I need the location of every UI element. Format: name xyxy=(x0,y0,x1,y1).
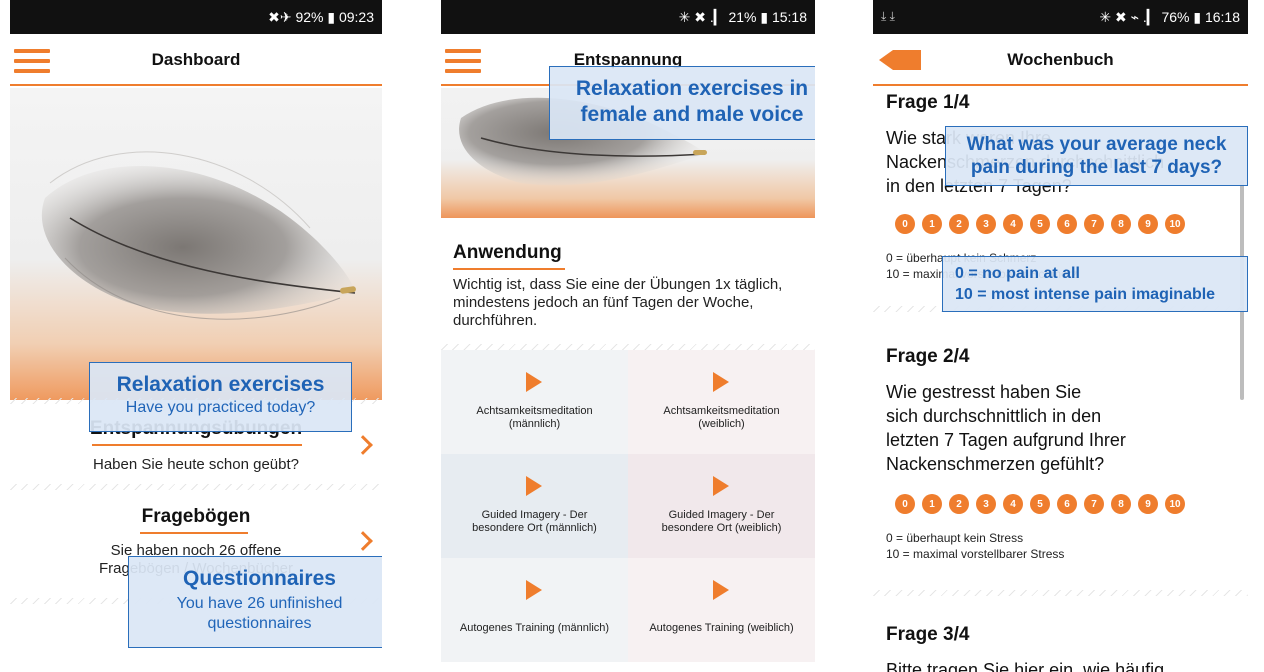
rating-option[interactable]: 0 xyxy=(895,214,915,234)
rating-option[interactable]: 8 xyxy=(1111,494,1131,514)
exercise-tile[interactable]: Autogenes Training (weiblich) xyxy=(628,558,815,662)
rating-option[interactable]: 1 xyxy=(922,214,942,234)
status-left: ⤓ ⤓ xyxy=(881,9,895,23)
rating-option[interactable]: 7 xyxy=(1084,214,1104,234)
exercise-tile[interactable]: Guided Imagery - Der besondere Ort (weibl… xyxy=(628,454,815,558)
rating-option[interactable]: 8 xyxy=(1111,214,1131,234)
feather-icon xyxy=(41,151,356,320)
play-icon xyxy=(713,476,729,496)
exercise-tile[interactable]: Autogenes Training (männlich) xyxy=(441,558,628,662)
rating-scale: 0 1 2 3 4 5 6 7 8 9 10 xyxy=(895,494,1185,514)
title-underline xyxy=(140,532,248,534)
annotation-neck-pain-question: What was your average neck pain during t… xyxy=(945,126,1248,186)
relax-card-subtitle: Haben Sie heute schon geübt? xyxy=(93,456,299,473)
question-label: Frage 2/4 xyxy=(886,346,970,367)
question-text: Bitte tragen Sie hier ein, wie häufig xyxy=(886,660,1165,672)
exercise-tile[interactable]: Achtsamkeitsmeditation (weiblich) xyxy=(628,350,815,454)
rating-option[interactable]: 4 xyxy=(1003,494,1023,514)
rating-option[interactable]: 0 xyxy=(895,494,915,514)
rating-option[interactable]: 3 xyxy=(976,214,996,234)
status-bar: ⤓ ⤓ ✳ ✖ ⌁ .▎ 76% ▮ 16:18 xyxy=(873,0,1248,34)
status-text: ✳ ✖ ⌁ .▎ 76% ▮ 16:18 xyxy=(1099,8,1240,25)
relaxation-screen: ✳ ✖ .▎ 21% ▮ 15:18 Entspannung Anwendung… xyxy=(441,0,815,672)
rating-option[interactable]: 2 xyxy=(949,214,969,234)
play-icon xyxy=(713,372,729,392)
play-icon xyxy=(713,580,729,600)
rating-scale: 0 1 2 3 4 5 6 7 8 9 10 xyxy=(895,214,1185,234)
rating-option[interactable]: 10 xyxy=(1165,494,1185,514)
app-bar: Wochenbuch xyxy=(873,34,1248,86)
annotation-pain-scale: 0 = no pain at all 10 = most intense pai… xyxy=(942,256,1248,312)
rating-option[interactable]: 9 xyxy=(1138,494,1158,514)
rating-option[interactable]: 10 xyxy=(1165,214,1185,234)
section-title: Anwendung xyxy=(453,242,562,263)
section-text: Wichtig ist, dass Sie eine der Übungen 1… xyxy=(453,276,783,329)
status-text: ✳ ✖ .▎ 21% ▮ 15:18 xyxy=(678,8,807,25)
status-bar: ✳ ✖ .▎ 21% ▮ 15:18 xyxy=(441,0,815,34)
question-label: Frage 1/4 xyxy=(886,92,970,113)
annotation-questionnaires: Questionnaires You have 26 unfinished qu… xyxy=(128,556,382,648)
status-text: ✖✈ 92% ▮ 09:23 xyxy=(268,8,374,25)
play-icon xyxy=(526,476,542,496)
title-underline xyxy=(453,268,565,270)
title-underline xyxy=(92,444,302,446)
annotation-relax: Relaxation exercises Have you practiced … xyxy=(89,362,352,432)
status-bar: ✖✈ 92% ▮ 09:23 xyxy=(10,0,382,34)
rating-option[interactable]: 5 xyxy=(1030,494,1050,514)
page-title: Wochenbuch xyxy=(1007,50,1114,69)
rating-option[interactable]: 6 xyxy=(1057,494,1077,514)
feather-image xyxy=(10,88,382,400)
rating-option[interactable]: 9 xyxy=(1138,214,1158,234)
rating-option[interactable]: 1 xyxy=(922,494,942,514)
rating-option[interactable]: 2 xyxy=(949,494,969,514)
divider xyxy=(873,590,1248,596)
rating-option[interactable]: 6 xyxy=(1057,214,1077,234)
dashboard-screen: ✖✈ 92% ▮ 09:23 Dashboard Entspannungsübu… xyxy=(10,0,382,672)
exercise-tile[interactable]: Achtsamkeitsmeditation (männlich) xyxy=(441,350,628,454)
scale-legend: 0 = überhaupt kein Stress 10 = maximal v… xyxy=(886,531,1065,561)
rating-option[interactable]: 7 xyxy=(1084,494,1104,514)
rating-option[interactable]: 5 xyxy=(1030,214,1050,234)
play-icon xyxy=(526,580,542,600)
app-bar: Dashboard xyxy=(10,34,382,86)
exercise-tile[interactable]: Guided Imagery - Der besondere Ort (männl… xyxy=(441,454,628,558)
questionnaire-card-title: Fragebögen xyxy=(141,506,251,527)
weekly-diary-screen: ⤓ ⤓ ✳ ✖ ⌁ .▎ 76% ▮ 16:18 Wochenbuch Frag… xyxy=(873,0,1248,672)
question-label: Frage 3/4 xyxy=(886,624,970,645)
play-icon xyxy=(526,372,542,392)
page-title: Dashboard xyxy=(151,50,241,69)
question-text: Wie gestresst haben Sie sich durchschnit… xyxy=(886,382,1126,474)
rating-option[interactable]: 3 xyxy=(976,494,996,514)
rating-option[interactable]: 4 xyxy=(1003,214,1023,234)
annotation-relax-voices: Relaxation exercises in female and male … xyxy=(549,66,815,140)
